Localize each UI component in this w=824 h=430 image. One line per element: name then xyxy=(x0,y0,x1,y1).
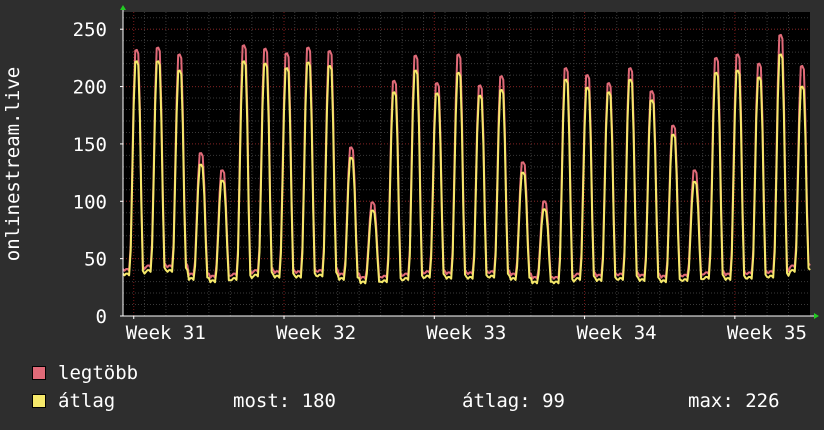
y-tick-label: 150 xyxy=(73,134,107,156)
legend-item-avg: átlag xyxy=(32,390,115,412)
stat-average: átlag: 99 xyxy=(462,390,565,412)
x-tick-label: Week 34 xyxy=(577,322,657,344)
stat-max-value: 226 xyxy=(745,390,780,412)
y-axis-arrow xyxy=(120,5,126,10)
stat-max: max: 226 xyxy=(688,390,780,412)
x-tick-label: Week 35 xyxy=(727,322,807,344)
stat-current-label: most: xyxy=(233,390,291,412)
x-tick-label: Week 31 xyxy=(126,322,206,344)
x-tick-label: Week 32 xyxy=(276,322,356,344)
y-axis-label: onlinestream.live xyxy=(2,67,24,261)
stat-current: most: 180 xyxy=(233,390,336,412)
legend-swatch-avg xyxy=(32,394,46,408)
y-tick-label: 0 xyxy=(96,306,107,328)
legend-label-max: legtöbb xyxy=(58,362,139,384)
y-tick-label: 100 xyxy=(73,191,107,213)
legend-item-max: legtöbb xyxy=(32,362,138,384)
stat-average-label: átlag: xyxy=(462,390,531,412)
legend-swatch-max xyxy=(32,366,46,380)
legend-label-avg: átlag xyxy=(58,390,116,412)
stat-current-value: 180 xyxy=(301,390,336,412)
x-tick-label: Week 33 xyxy=(426,322,506,344)
y-tick-label: 250 xyxy=(73,19,107,41)
x-axis-arrow xyxy=(814,313,819,319)
stat-average-value: 99 xyxy=(542,390,565,412)
stat-max-label: max: xyxy=(688,390,734,412)
y-tick-label: 200 xyxy=(73,77,107,99)
y-tick-label: 50 xyxy=(84,249,107,271)
